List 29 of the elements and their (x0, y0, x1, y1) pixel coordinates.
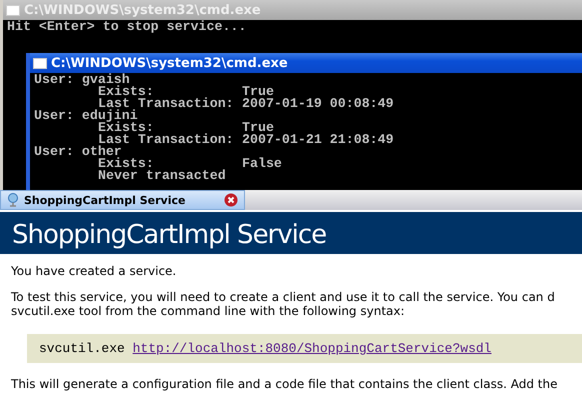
console-label: Exists: (98, 86, 154, 98)
console-label: Exists: (98, 122, 154, 134)
console-line: Hit <Enter> to stop service... (7, 21, 248, 33)
console-label: Exists: (98, 158, 154, 170)
console-icon (33, 58, 47, 68)
wsdl-link[interactable]: http://localhost:8080/ShoppingCartService?wsdl (132, 341, 492, 356)
page-heading: ShoppingCartImpl Service (0, 212, 582, 254)
console-label: Never transacted (98, 170, 227, 182)
console-value: True (242, 86, 274, 98)
paragraph: This will generate a configuration file and a code file that contains the client class. Add the (11, 377, 558, 391)
browser-tab[interactable]: ShoppingCartImpl Service (0, 190, 245, 210)
window-title: C:\WINDOWS\system32\cmd.exe (24, 2, 261, 18)
console-value: True (242, 122, 274, 134)
tab-title: ShoppingCartImpl Service (24, 194, 186, 206)
window-title: C:\WINDOWS\system32\cmd.exe (51, 56, 288, 70)
console-icon (6, 4, 20, 16)
console-value: 2007-01-19 00:08:49 (242, 98, 394, 110)
console-value: 2007-01-21 21:08:49 (242, 134, 394, 146)
console-line: User: other (34, 146, 122, 158)
console-label: Last Transaction: (98, 98, 235, 110)
globe-icon (7, 193, 19, 207)
paragraph: To test this service, you will need to create a client and use it to call the service. You can d svcutil.exe tool from the command line with the following syntax: (11, 290, 556, 318)
console-line: User: edujini (34, 110, 138, 122)
paragraph: You have created a service. (11, 264, 178, 278)
console-label: Last Transaction: (98, 134, 235, 146)
console-value: False (242, 158, 282, 170)
console-line: User: gvaish (34, 74, 130, 86)
code-text: svcutil.exe (39, 341, 126, 356)
close-icon[interactable] (224, 193, 238, 207)
